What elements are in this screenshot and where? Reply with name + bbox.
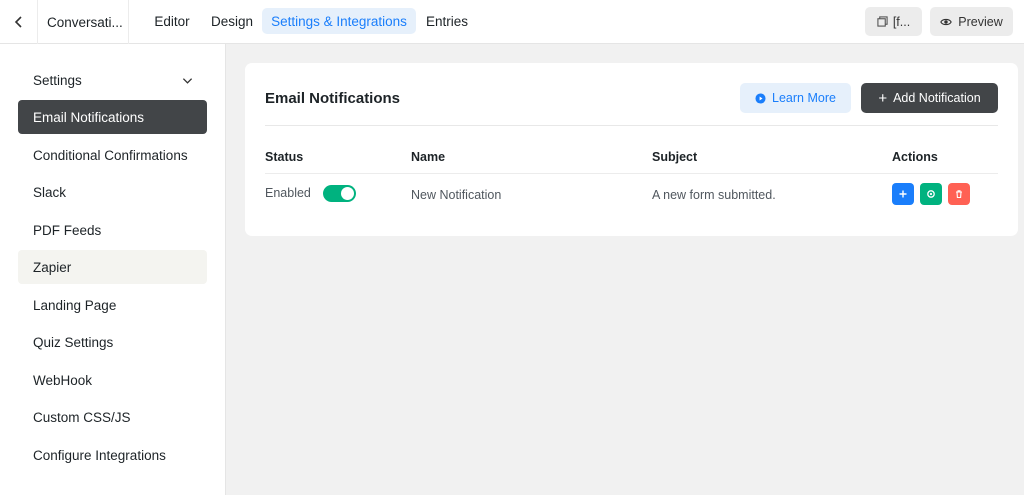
column-header-actions: Actions — [892, 150, 938, 164]
copy-icon — [877, 16, 888, 27]
add-action-button[interactable] — [892, 183, 914, 205]
divider — [265, 173, 998, 174]
tab-design[interactable]: Design — [204, 8, 260, 34]
sidebar-item-settings[interactable]: Settings — [18, 63, 207, 97]
notification-name[interactable]: New Notification — [411, 188, 501, 202]
delete-action-button[interactable] — [948, 183, 970, 205]
divider — [265, 125, 998, 126]
learn-more-label: Learn More — [772, 91, 836, 105]
column-header-status: Status — [265, 150, 304, 164]
form-title[interactable]: Conversati... — [38, 0, 129, 44]
sidebar-item-pdf-feeds[interactable]: PDF Feeds — [18, 213, 207, 247]
sidebar-item-slack[interactable]: Slack — [18, 175, 207, 209]
preview-button[interactable]: Preview — [930, 7, 1013, 36]
email-notifications-card: Email Notifications Learn More + Add Not… — [245, 63, 1018, 236]
shortcode-label: [f... — [892, 14, 911, 29]
sidebar-item-quiz-settings[interactable]: Quiz Settings — [18, 325, 207, 359]
settings-action-button[interactable] — [920, 183, 942, 205]
column-header-name: Name — [411, 150, 446, 164]
toggle-knob — [341, 187, 354, 200]
sidebar-item-email-notifications[interactable]: Email Notifications — [18, 100, 207, 134]
status-text: Enabled — [265, 186, 311, 200]
back-button[interactable] — [0, 0, 38, 44]
trash-icon — [956, 190, 962, 199]
plus-icon — [899, 190, 907, 198]
column-header-subject: Subject — [652, 150, 698, 164]
plus-icon: + — [878, 89, 888, 107]
sidebar-item-landing-page[interactable]: Landing Page — [18, 288, 207, 322]
notification-subject: A new form submitted. — [652, 188, 776, 202]
sidebar: Settings Email Notifications Conditional… — [0, 44, 226, 495]
chevron-left-icon — [14, 16, 22, 28]
shortcode-button[interactable]: [f... — [865, 7, 922, 36]
tab-entries[interactable]: Entries — [419, 8, 475, 34]
gear-icon — [927, 190, 935, 198]
play-circle-icon — [755, 92, 766, 104]
tab-settings-integrations[interactable]: Settings & Integrations — [262, 8, 416, 34]
sidebar-item-conditional-confirmations[interactable]: Conditional Confirmations — [18, 138, 207, 172]
page-title: Email Notifications — [265, 90, 401, 107]
chevron-down-icon — [182, 77, 193, 84]
sidebar-item-zapier[interactable]: Zapier — [18, 250, 207, 284]
sidebar-item-configure-integrations[interactable]: Configure Integrations — [18, 438, 207, 472]
sidebar-item-custom-css-js[interactable]: Custom CSS/JS — [18, 400, 207, 434]
status-toggle[interactable] — [323, 185, 356, 202]
tab-editor[interactable]: Editor — [144, 8, 200, 34]
add-notification-button[interactable]: + Add Notification — [861, 83, 998, 113]
sidebar-item-webhook[interactable]: WebHook — [18, 363, 207, 397]
learn-more-button[interactable]: Learn More — [740, 83, 851, 113]
eye-icon — [940, 18, 953, 25]
add-notification-label: Add Notification — [893, 91, 981, 105]
top-bar: Conversati... Editor Design Settings & I… — [0, 0, 1024, 44]
sidebar-item-label: Settings — [33, 72, 82, 88]
preview-label: Preview — [958, 14, 1003, 29]
